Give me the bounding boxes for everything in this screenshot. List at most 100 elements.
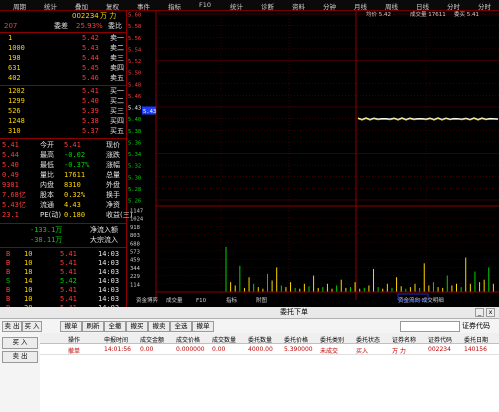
chart-info: 均价 5.42 (366, 10, 391, 18)
stat-value: 5.43亿 (2, 201, 26, 209)
order-side-button[interactable]: 买 入 (22, 321, 42, 332)
table-header: 成交价格 (176, 337, 201, 344)
price-axis-label: 5.50 (128, 71, 141, 77)
table-header: 申报时间 (104, 337, 129, 344)
tick-vol: 14 (24, 277, 33, 285)
volume-axis-label: 1147 (130, 209, 143, 215)
stat-label: 最高 (40, 151, 54, 159)
divider (0, 247, 126, 248)
tick-dir: B (6, 250, 11, 258)
order-table: 委托日期 证券代码 证券名称 委托状态 委托类别 委托价格 委托数量 成交数量 成交价格 成交金额… (40, 333, 499, 412)
tick-time: 14:03 (98, 250, 120, 258)
buy-vol: 310 (8, 127, 21, 135)
flow-value: -133.1万 (30, 226, 63, 234)
sell-price: 5.46 (82, 74, 99, 82)
stat-label: 量比 (40, 171, 54, 179)
stat-value: -0.37% (64, 161, 90, 169)
tick-dir: B (6, 259, 11, 267)
table-header: 证券代码 (428, 337, 453, 344)
tick-price: 5.41 (60, 295, 77, 303)
stock-name: 万 力 (100, 12, 117, 20)
flow-value: -38.11万 (30, 236, 63, 244)
volume-axis-label: 1024 (130, 217, 144, 223)
stat-label: 内盘 (40, 181, 54, 189)
price-axis-label: 5.40 (128, 117, 141, 123)
volume-axis-label: 114 (130, 282, 141, 288)
order-toolbar-button[interactable]: 全撤 (104, 321, 126, 332)
divider (0, 85, 126, 86)
stat-value: 0.180 (64, 211, 86, 219)
sell-label: 卖一 (110, 34, 124, 42)
table-header: 委托价格 (284, 337, 309, 344)
sell-label: 卖五 (110, 74, 124, 82)
stat-value: 7.68亿 (2, 191, 26, 199)
stat-value: 5.41 (2, 141, 19, 149)
diff-label: 委差 (54, 22, 68, 30)
order-toolbar-button[interactable]: 刷新 (82, 321, 104, 332)
stat-value: 23.1 (2, 211, 19, 219)
price-axis-label: 5.58 (128, 24, 141, 30)
tick-time: 14:03 (98, 295, 120, 303)
stat-value: 5.40 (2, 161, 19, 169)
stat-label: 总量 (106, 171, 120, 179)
stat-value: 17611 (64, 171, 86, 179)
table-header: 成交数量 (212, 337, 237, 344)
table-header: 操作 (68, 337, 81, 344)
order-toolbar-button[interactable]: 撤单 (192, 321, 214, 332)
ratio-label: 委比 (108, 22, 122, 30)
tick-time: 14:03 (98, 277, 120, 285)
tick-price: 5.41 (60, 250, 77, 258)
tick-vol: 10 (24, 259, 33, 267)
price-axis-label: 5.32 (128, 164, 141, 170)
stat-value: 0.32% (64, 191, 86, 199)
buy-price: 5.37 (82, 127, 99, 135)
sell-price: 5.44 (82, 54, 99, 62)
buy-label: 买一 (110, 87, 124, 95)
price-axis-label: 5.30 (128, 175, 141, 181)
buy-price: 5.41 (82, 87, 99, 95)
flow-label: 大宗流入 (90, 236, 118, 244)
price-axis-label: 5.43 (128, 106, 141, 112)
price-axis-label: 5.36 (128, 140, 141, 146)
close-button[interactable]: x (486, 308, 495, 317)
chart-bottom-tab: 指标 (226, 296, 238, 304)
volume-axis-label: 573 (130, 250, 140, 256)
order-toolbar-button[interactable]: 撤卖 (148, 321, 170, 332)
buy-side-button[interactable]: 买 入 (2, 337, 38, 349)
minimize-button[interactable]: _ (475, 308, 484, 317)
buy-label: 买四 (110, 117, 124, 125)
buy-label: 买三 (110, 107, 124, 115)
stat-label: 涨幅 (106, 161, 120, 169)
stat-label: 今开 (40, 141, 54, 149)
account-input[interactable] (400, 321, 460, 332)
buy-label: 买五 (110, 127, 124, 135)
order-toolbar-button[interactable]: 全选 (170, 321, 192, 332)
order-side-button[interactable]: 卖 出 (2, 321, 22, 332)
order-sidebar: 买 入卖 出 (0, 333, 41, 412)
order-toolbar-button[interactable]: 撤买 (126, 321, 148, 332)
tick-price: 5.41 (60, 259, 77, 267)
order-toolbar-button[interactable]: 撤单 (60, 321, 82, 332)
table-header: 成交金额 (140, 337, 165, 344)
diff-value: 207 (4, 22, 18, 30)
price-axis-label: 5.52 (128, 59, 141, 65)
stat-label: PE(动) (40, 211, 62, 219)
stat-label: 净资 (106, 201, 120, 209)
volume-axis-label: 918 (130, 225, 140, 231)
top-tab-9[interactable]: F10 (199, 1, 211, 9)
tick-vol: 18 (24, 268, 33, 276)
chart-bottom-tab: F10 (196, 298, 207, 304)
stat-value: 0.49 (2, 171, 19, 179)
tick-time: 14:03 (98, 286, 120, 294)
divider (0, 223, 126, 224)
tick-dir: S (6, 277, 11, 285)
stat-value: -0.02 (64, 151, 86, 159)
volume-axis-label: 688 (130, 241, 140, 247)
tick-dir: B (6, 295, 11, 303)
tick-dir: B (6, 286, 11, 294)
sell-side-button[interactable]: 卖 出 (2, 351, 38, 363)
divider (0, 138, 126, 139)
volume-axis-label: 344 (130, 266, 141, 272)
sell-price: 5.42 (82, 34, 99, 42)
chart-info: 成交量 17611 (410, 10, 446, 18)
